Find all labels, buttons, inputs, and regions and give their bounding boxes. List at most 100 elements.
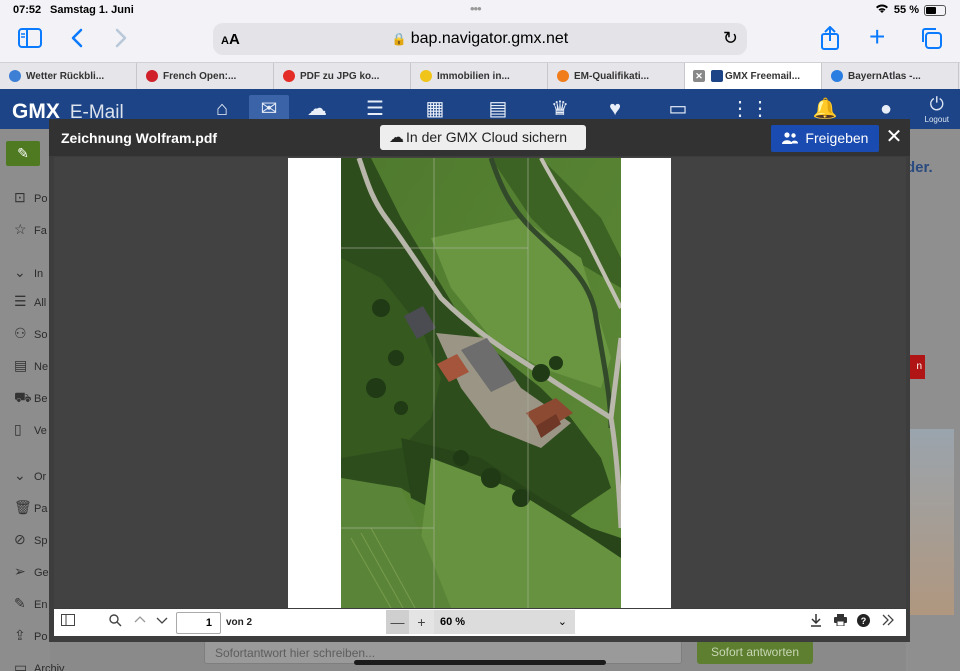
sidebar-item[interactable]: ⌄ Or <box>14 467 46 484</box>
sidebar-item[interactable]: ➢ Ge <box>14 563 49 580</box>
sidebar-item-label: Pa <box>34 503 48 515</box>
cart-icon: ⛟ <box>14 389 32 405</box>
favicon-icon <box>420 70 432 82</box>
viewer-header: Zeichnung Wolfram.pdf ☁ In der GMX Cloud … <box>49 119 910 156</box>
people-icon <box>781 130 806 146</box>
svg-text:?: ? <box>861 616 867 626</box>
sidebar-item-label: All <box>34 297 47 309</box>
sidebar-item-label: Be <box>34 393 48 405</box>
page-number-input[interactable]: 1 <box>176 612 221 634</box>
download-icon[interactable] <box>810 614 822 630</box>
inbox-icon: ⊡ <box>14 189 26 205</box>
zoom-out-button[interactable]: — <box>386 610 409 634</box>
sidebar-item[interactable]: 🗑 Pa <box>14 499 47 516</box>
next-page-icon[interactable] <box>156 614 168 629</box>
previous-page-icon[interactable] <box>134 614 146 629</box>
sidebar-item-label: En <box>34 599 48 611</box>
sidebar-item[interactable]: ☰ All <box>14 293 46 310</box>
favicon-icon <box>9 70 21 82</box>
favicon-icon <box>557 70 569 82</box>
forward-icon[interactable] <box>114 28 128 52</box>
sidebar-item[interactable]: ▯ Ve <box>14 421 47 438</box>
sidebar-item-label: Fa <box>34 225 47 237</box>
pdf-page <box>288 158 671 608</box>
sidebar-item[interactable]: ✎ En <box>14 595 47 612</box>
sidebar-item[interactable]: ⚇ So <box>14 325 47 342</box>
zoom-controls: — + 60 % ⌄ <box>386 610 575 634</box>
address-bar[interactable]: AA 🔒 bap.navigator.gmx.net ↻ <box>213 23 747 55</box>
zoom-in-button[interactable]: + <box>410 610 433 634</box>
url-text-wrap: 🔒 bap.navigator.gmx.net <box>213 30 747 48</box>
help-icon[interactable]: ? <box>857 614 870 630</box>
chevron-icon: ⌄ <box>14 467 26 483</box>
favicon-icon <box>831 70 843 82</box>
print-icon[interactable] <box>834 614 847 629</box>
browser-tab[interactable]: French Open:... <box>137 63 274 90</box>
logout-button[interactable]: ⏻ Logout <box>925 93 949 124</box>
home-indicator <box>354 660 606 665</box>
tabs-overview-icon[interactable] <box>920 27 942 53</box>
browser-tab[interactable]: Immobilien in... <box>411 63 548 90</box>
share-icon[interactable] <box>820 25 840 54</box>
sidebar-item-label: Or <box>34 471 47 483</box>
power-icon: ⏻ <box>929 94 944 114</box>
browser-tab[interactable]: EM-Qualifikati... <box>548 63 685 90</box>
sidebar-item[interactable]: ▤ Ne <box>14 357 48 374</box>
tab-label: Immobilien in... <box>437 71 510 82</box>
search-icon[interactable] <box>109 614 122 630</box>
star-icon: ☆ <box>14 221 27 237</box>
tab-label: Wetter Rückbli... <box>26 71 105 82</box>
browser-tab[interactable]: Wetter Rückbli... <box>0 63 137 90</box>
battery-percent: 55 % <box>893 4 919 16</box>
archive-icon: ▭ <box>14 659 28 671</box>
aerial-photo <box>341 158 621 608</box>
save-to-cloud-button[interactable]: ☁ In der GMX Cloud sichern <box>380 125 586 150</box>
page-count: von 2 <box>226 617 253 628</box>
tab-label: GMX Freemail... <box>725 71 801 82</box>
back-icon[interactable] <box>70 28 84 52</box>
doc-icon: ▯ <box>14 421 22 437</box>
close-tab-icon[interactable]: ✕ <box>693 70 705 82</box>
browser-tab[interactable]: BayernAtlas -... <box>822 63 959 90</box>
sidebar-toggle-icon[interactable] <box>61 614 75 629</box>
sidebar-item-label: Sp <box>34 535 48 547</box>
share-button[interactable]: Freigeben <box>771 125 879 152</box>
sidebar-item-label: Archiv <box>34 663 65 671</box>
tab-label: French Open:... <box>163 71 237 82</box>
sidebar-item[interactable]: ⌄ In <box>14 264 43 281</box>
ad-text: der. <box>906 159 933 176</box>
draft-icon: ✎ <box>14 595 26 611</box>
logout-label: Logout <box>924 115 949 124</box>
sidebar-item[interactable]: ⛟ Be <box>14 389 47 408</box>
sidebar-item[interactable]: ▭ Archiv <box>14 659 65 671</box>
list-icon: ☰ <box>14 293 27 309</box>
zoom-select[interactable]: 60 % ⌄ <box>434 610 575 634</box>
more-tools-icon[interactable] <box>882 614 894 629</box>
outbox-icon: ⇪ <box>14 627 26 643</box>
sidebar-item[interactable]: ☆ Fa <box>14 221 47 238</box>
reload-icon[interactable]: ↻ <box>723 28 738 49</box>
trash-icon: 🗑 <box>14 499 32 515</box>
chevron-icon: ⌄ <box>14 264 26 280</box>
pdf-title: Zeichnung Wolfram.pdf <box>61 130 218 146</box>
sidebar-item[interactable]: ⇪ Po <box>14 627 47 644</box>
sidebar-item[interactable]: ⊡ Po <box>14 189 47 206</box>
close-icon[interactable]: ✕ <box>883 126 905 148</box>
compose-button[interactable]: ✎ <box>6 141 40 166</box>
new-tab-icon[interactable]: + <box>869 23 885 51</box>
sidebar-toggle-icon[interactable] <box>18 28 42 52</box>
pdf-canvas[interactable] <box>54 157 906 608</box>
news-icon: ▤ <box>14 357 28 373</box>
favicon-icon <box>711 70 723 82</box>
battery-icon <box>924 4 946 16</box>
sidebar-item-label: Po <box>34 631 48 643</box>
sidebar-item[interactable]: ⊘ Sp <box>14 531 47 548</box>
status-right: 55 % <box>875 3 946 17</box>
quick-reply-button[interactable]: Sofort antworten <box>697 640 813 664</box>
sidebar-item-label: Po <box>34 193 48 205</box>
status-date: Samstag 1. Juni <box>50 4 134 16</box>
tab-label: PDF zu JPG ko... <box>300 71 380 82</box>
browser-tab[interactable]: PDF zu JPG ko... <box>274 63 411 90</box>
browser-tab[interactable]: ✕ GMX Freemail... <box>685 63 822 90</box>
multitask-dots-icon[interactable]: ••• <box>470 1 482 16</box>
